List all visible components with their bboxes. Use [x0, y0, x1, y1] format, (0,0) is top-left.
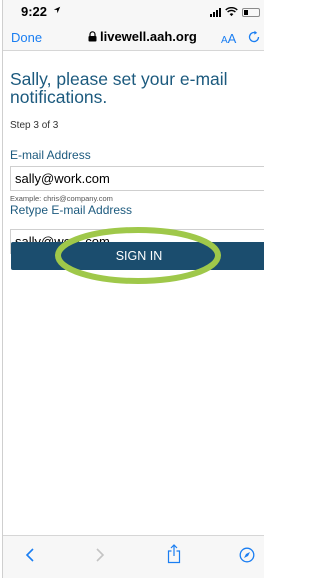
reload-icon[interactable] [247, 30, 261, 44]
page-title: Sally, please set your e-mail notificati… [10, 69, 228, 107]
browser-address-bar: Done livewell.aah.org AA [3, 22, 264, 51]
lock-icon [88, 31, 97, 42]
done-button[interactable]: Done [11, 30, 42, 45]
back-icon[interactable] [25, 547, 35, 563]
retype-email-label: Retype E-mail Address [10, 203, 133, 217]
email-example-hint: Example: chris@company.com [10, 194, 113, 203]
battery-icon [242, 8, 260, 17]
status-bar: 9:22 [3, 0, 264, 22]
sign-in-button[interactable]: SIGN IN [11, 242, 264, 270]
email-field[interactable]: sally@work.com [10, 166, 264, 191]
text-size-small-label: A [221, 35, 228, 46]
text-size-button[interactable]: AA [221, 31, 236, 46]
text-size-large-label: A [227, 31, 237, 46]
browser-toolbar [3, 535, 264, 578]
phone-screen: 9:22 Done livewell.aah.org AA Sally, ple… [2, 0, 264, 578]
status-icons [210, 5, 260, 17]
status-time: 9:22 [21, 4, 48, 19]
wifi-icon [225, 7, 238, 17]
email-label: E-mail Address [10, 148, 91, 162]
step-indicator: Step 3 of 3 [10, 120, 59, 131]
signal-icon [210, 7, 221, 17]
compass-icon[interactable] [239, 547, 255, 563]
url-display[interactable]: livewell.aah.org [88, 29, 197, 44]
forward-icon[interactable] [95, 547, 105, 563]
share-icon[interactable] [167, 544, 181, 564]
url-text: livewell.aah.org [100, 29, 197, 44]
location-arrow-icon [53, 6, 61, 14]
